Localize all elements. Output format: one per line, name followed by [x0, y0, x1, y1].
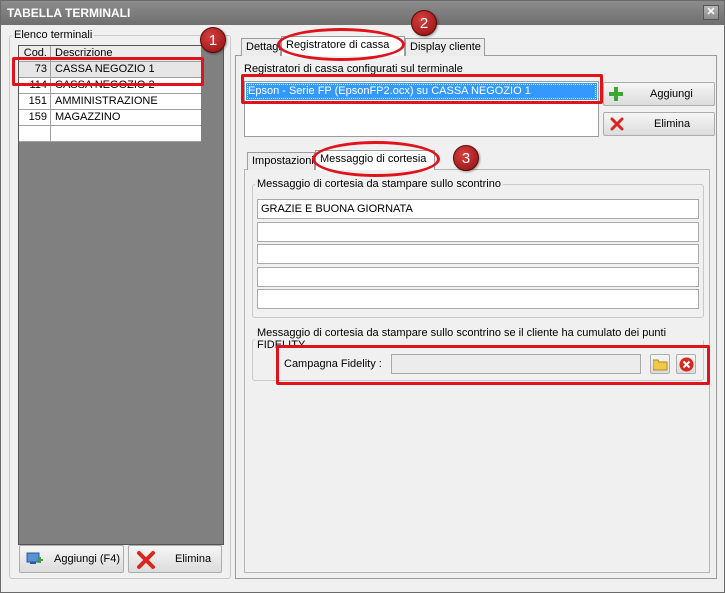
cell-desc: AMMINISTRAZIONE [55, 95, 158, 107]
delete-register-label: Elimina [654, 118, 691, 130]
courtesy-line-2[interactable] [257, 222, 699, 242]
cell-cod: 159 [19, 110, 51, 126]
callout-badge-3: 3 [453, 145, 479, 171]
delete-icon [137, 551, 155, 569]
add-terminal-button[interactable]: Aggiungi (F4) [19, 545, 124, 573]
tab-display[interactable]: Display cliente [405, 38, 485, 56]
cell-cod: 151 [19, 94, 51, 110]
subtab-impostazioni[interactable]: Impostazioni [247, 152, 315, 170]
delete-register-button[interactable]: Elimina [603, 112, 715, 136]
delete-terminal-button[interactable]: Elimina [128, 545, 222, 573]
cell-desc [52, 126, 201, 142]
title-bar: TABELLA TERMINALI ✕ [1, 1, 724, 25]
courtesy-group-label: Messaggio di cortesia da stampare sullo … [257, 178, 501, 190]
cell-desc: MAGAZZINO [55, 111, 121, 123]
delete-icon [610, 117, 624, 131]
window-title: TABELLA TERMINALI [7, 6, 131, 20]
tab-dettagli[interactable]: Dettagli [241, 38, 281, 56]
add-terminal-label: Aggiungi (F4) [54, 553, 121, 565]
table-row[interactable]: 151 AMMINISTRAZIONE [19, 94, 201, 110]
table-row-empty[interactable] [19, 126, 201, 142]
add-register-label: Aggiungi [650, 88, 693, 100]
callout-terminal-row [12, 57, 204, 86]
plus-icon [609, 87, 623, 101]
callout-badge-2: 2 [411, 10, 437, 36]
callout-register-tab [277, 28, 405, 61]
courtesy-line-1[interactable]: GRAZIE E BUONA GIORNATA [257, 199, 699, 219]
terminals-grid[interactable]: Cod. Descrizione 73 CASSA NEGOZIO 1 114 … [18, 45, 224, 545]
terminal-table-window: TABELLA TERMINALI ✕ Elenco terminali Cod… [0, 0, 725, 593]
delete-terminal-label: Elimina [175, 553, 212, 565]
callout-badge-1: 1 [200, 27, 226, 53]
callout-courtesy-tab [312, 141, 440, 177]
courtesy-line-5[interactable] [257, 289, 699, 309]
courtesy-line-3[interactable] [257, 244, 699, 264]
terminals-group-label: Elenco terminali [14, 29, 93, 41]
table-row[interactable]: 159 MAGAZZINO [19, 110, 201, 126]
callout-register-item [241, 74, 603, 104]
add-register-button[interactable]: Aggiungi [603, 82, 715, 106]
add-terminal-icon [26, 552, 43, 564]
close-icon[interactable]: ✕ [703, 5, 719, 20]
callout-fidelity [276, 345, 710, 385]
courtesy-line-4[interactable] [257, 267, 699, 287]
cell-cod [19, 126, 51, 142]
